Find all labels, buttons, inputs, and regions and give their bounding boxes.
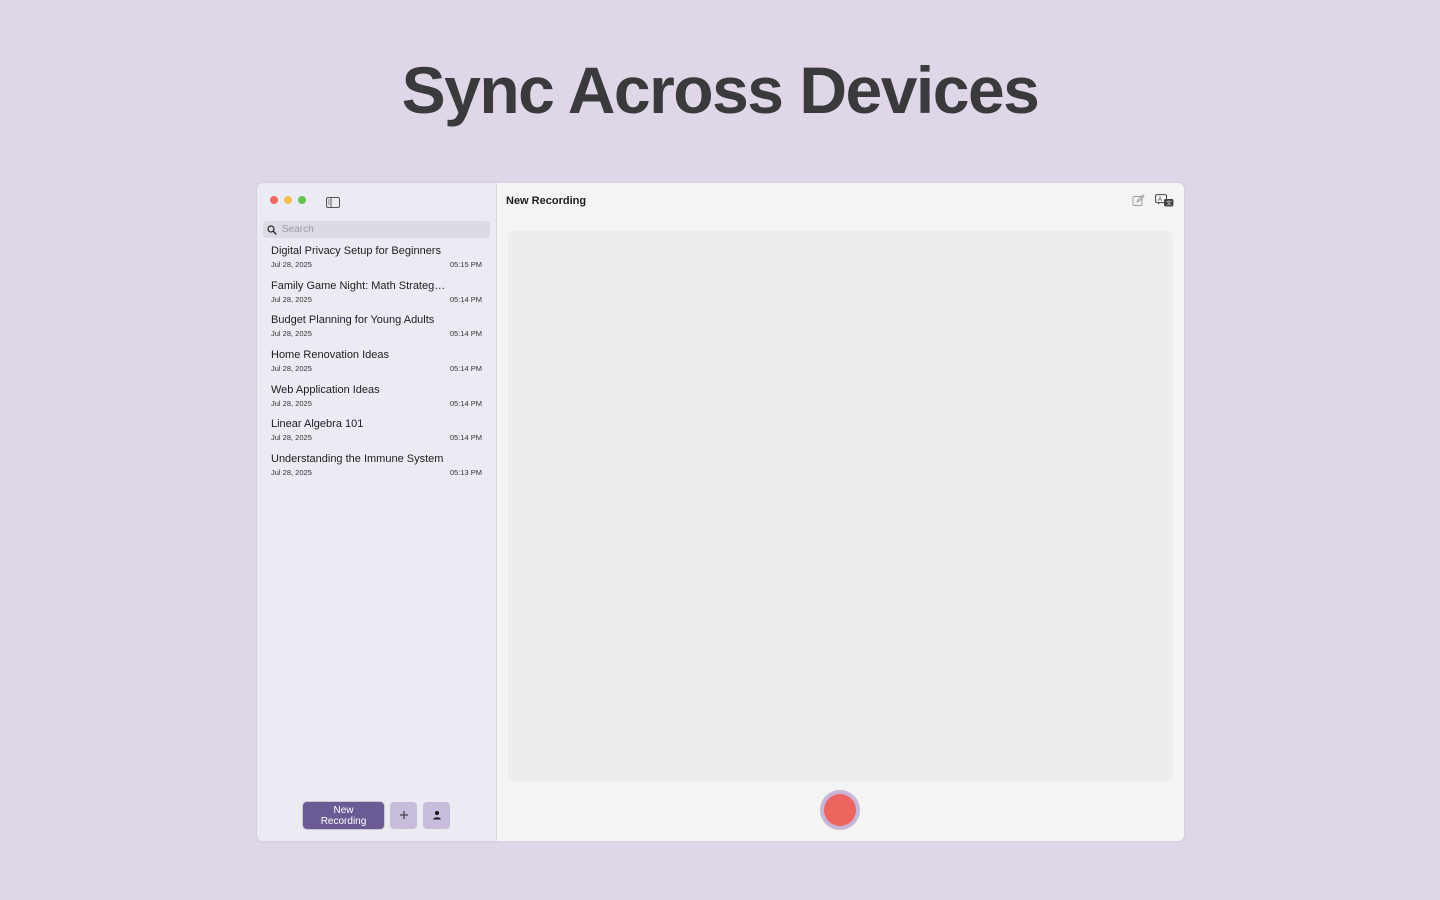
profile-button[interactable] [423, 802, 450, 829]
headline: Sync Across Devices [401, 53, 1040, 127]
zoom-window-button[interactable] [298, 196, 306, 204]
svg-text:文: 文 [1166, 199, 1172, 207]
close-window-button[interactable] [270, 196, 278, 204]
list-item[interactable]: Digital Privacy Setup for Beginners Jul … [257, 243, 496, 278]
svg-text:A: A [1158, 197, 1162, 203]
item-date: Jul 28, 2025 [271, 398, 312, 408]
app-window: Digital Privacy Setup for Beginners Jul … [257, 183, 1184, 841]
search-input[interactable] [282, 224, 482, 235]
record-button[interactable] [820, 790, 860, 830]
item-title: Digital Privacy Setup for Beginners [271, 245, 441, 257]
item-time: 05:14 PM [449, 364, 482, 374]
item-time: 05:14 PM [449, 329, 482, 339]
recordings-list: Digital Privacy Setup for Beginners Jul … [257, 243, 496, 486]
item-title: Family Game Night: Math Strategy Games [271, 279, 449, 292]
sidebar-footer: New Recording [257, 802, 496, 829]
item-date: Jul 28, 2025 [271, 294, 312, 304]
search-field[interactable] [263, 221, 490, 238]
item-title: Home Renovation Ideas [271, 349, 390, 362]
sidebar: Digital Privacy Setup for Beginners Jul … [257, 183, 497, 841]
page-title: New Recording [506, 195, 587, 207]
list-item[interactable]: Web Application Ideas Jul 28, 2025 05:14… [257, 382, 496, 417]
list-item[interactable]: Linear Algebra 101 Jul 28, 2025 05:14 PM [257, 416, 496, 451]
window-controls [270, 196, 306, 204]
item-date: Jul 28, 2025 [271, 260, 312, 269]
record-icon [824, 794, 856, 826]
list-item[interactable]: Family Game Night: Math Strategy Games J… [257, 278, 496, 313]
item-time: 05:14 PM [449, 294, 482, 304]
minimize-window-button[interactable] [284, 196, 292, 204]
sidebar-toggle-icon[interactable] [326, 195, 340, 208]
person-icon [432, 808, 442, 823]
item-title: Web Application Ideas [271, 383, 380, 396]
search-icon [267, 224, 279, 236]
item-date: Jul 28, 2025 [271, 433, 312, 443]
new-recording-button[interactable]: New Recording [303, 802, 384, 829]
item-time: 05:14 PM [449, 398, 482, 408]
item-date: Jul 28, 2025 [271, 468, 312, 478]
translate-icon[interactable]: A 文 [1155, 194, 1174, 208]
item-date: Jul 28, 2025 [271, 329, 312, 339]
add-button[interactable] [390, 802, 417, 829]
plus-icon [399, 808, 409, 823]
item-time: 05:14 PM [449, 433, 482, 443]
transcript-area[interactable] [508, 231, 1173, 782]
item-time: 05:13 PM [449, 468, 482, 478]
edit-icon[interactable] [1132, 194, 1145, 207]
item-title: Budget Planning for Young Adults [271, 314, 435, 327]
item-date: Jul 28, 2025 [271, 364, 312, 374]
list-item[interactable]: Budget Planning for Young Adults Jul 28,… [257, 312, 496, 347]
item-title: Linear Algebra 101 [271, 418, 364, 431]
list-item[interactable]: Home Renovation Ideas Jul 28, 2025 05:14… [257, 347, 496, 382]
item-title: Understanding the Immune System [271, 453, 444, 466]
list-item[interactable]: Understanding the Immune System Jul 28, … [257, 451, 496, 486]
item-time: 05:15 PM [449, 260, 482, 269]
